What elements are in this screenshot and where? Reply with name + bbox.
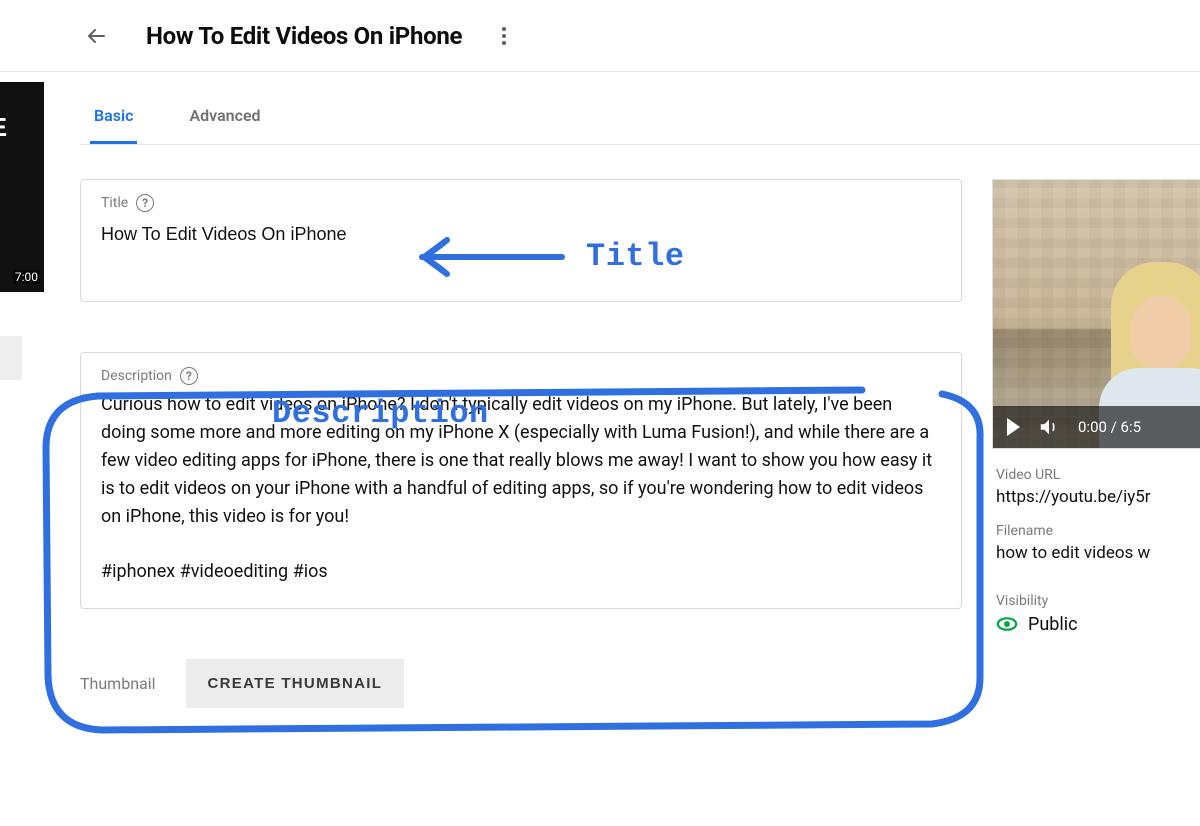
main-panel: Basic Advanced Title ? Description ? Cur… (80, 88, 1200, 826)
visibility-label: Visibility (996, 593, 1200, 609)
video-url-value[interactable]: https://youtu.be/iy5r (996, 487, 1200, 507)
title-label-row: Title ? (101, 194, 941, 212)
page-title: How To Edit Videos On iPhone (146, 22, 462, 50)
sidebar-video-thumbnail[interactable]: NE G 7:00 (0, 82, 44, 292)
visibility-public-icon (996, 613, 1018, 635)
help-icon[interactable]: ? (136, 194, 154, 212)
thumb-duration: 7:00 (13, 270, 40, 284)
description-label: Description (101, 368, 172, 384)
help-icon[interactable]: ? (180, 367, 198, 385)
tab-basic[interactable]: Basic (90, 88, 137, 144)
play-icon[interactable] (1007, 418, 1020, 436)
editor-header: How To Edit Videos On iPhone (0, 0, 1200, 72)
thumbnail-label: Thumbnail (80, 674, 156, 693)
visibility-text: Public (1028, 614, 1078, 635)
tab-advanced[interactable]: Advanced (185, 88, 264, 144)
filename-label: Filename (996, 523, 1200, 539)
video-url-label: Video URL (996, 467, 1200, 483)
thumb-text-1: NE (0, 112, 6, 142)
video-controls: 0:00 / 6:5 (993, 406, 1200, 448)
filename-value: how to edit videos w (996, 543, 1200, 563)
description-field-box: Description ? Curious how to edit videos… (80, 352, 962, 609)
title-field-box: Title ? (80, 179, 962, 302)
description-textarea[interactable]: Curious how to edit videos on iPhone? I … (101, 391, 941, 586)
sidebar-placeholder (0, 336, 22, 380)
tab-bar: Basic Advanced (80, 88, 1200, 145)
title-input[interactable] (101, 218, 941, 279)
description-label-row: Description ? (101, 367, 941, 385)
more-options-icon[interactable] (492, 24, 516, 48)
video-preview[interactable]: 0:00 / 6:5 (992, 179, 1200, 449)
video-metadata: Video URL https://youtu.be/iy5r Filename… (992, 467, 1200, 635)
thumbnail-row: Thumbnail CREATE THUMBNAIL (80, 659, 962, 708)
create-thumbnail-button[interactable]: CREATE THUMBNAIL (186, 659, 405, 708)
back-arrow-icon[interactable] (80, 20, 112, 52)
title-label: Title (101, 195, 128, 211)
volume-icon[interactable] (1038, 416, 1060, 438)
visibility-value[interactable]: Public (996, 613, 1200, 635)
playback-time: 0:00 / 6:5 (1078, 418, 1141, 436)
